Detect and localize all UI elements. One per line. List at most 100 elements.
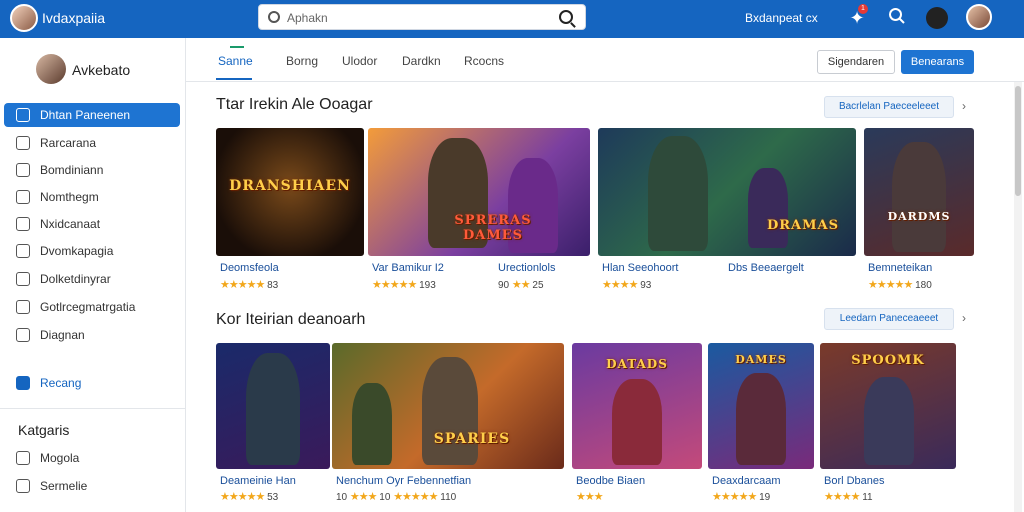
section-title: Ttar Irekin Ale Ooagar [216, 96, 373, 113]
game-title: Beodbe Biaen [576, 475, 646, 487]
sidebar-item-2[interactable]: Bomdiniann [4, 158, 180, 182]
sidebar-item-label: Gotlrcegmatrgatia [40, 300, 136, 314]
users-icon [16, 190, 30, 204]
brand-avatar[interactable] [10, 4, 38, 32]
sidebar-item-label: Rarcarana [40, 136, 97, 150]
game-card[interactable]: DATADS Beodbe Biaen ★★★ [572, 343, 702, 512]
character-art [892, 142, 946, 252]
sidebar-item-label: Diagnan [40, 328, 85, 342]
character-art [748, 168, 788, 248]
bag-icon [16, 300, 30, 314]
search-bar[interactable]: Aphakn [258, 4, 586, 30]
top-bar: Ivdaxpaiia Aphakn Bxdanpeat cx ✦ 1 [0, 0, 1024, 38]
section-pill-button[interactable]: Leedarn Paneceaeeet [824, 308, 954, 330]
user-icon [16, 451, 30, 465]
game-rating: ★★★★★ 19 [712, 491, 771, 503]
game-logo: SPOOMK [851, 353, 925, 368]
leaf-icon[interactable] [926, 7, 948, 29]
game-rating: ★★★★ 11 [824, 491, 873, 503]
game-cover-image [216, 343, 330, 469]
app-name[interactable]: Ivdaxpaiia [42, 10, 105, 26]
game-card[interactable]: SPARIES Nenchum Oyr Febennetfian 10 ★★★ … [332, 343, 564, 512]
section-title: Kor Iteirian deanoarh [216, 311, 366, 328]
sidebar-item-6[interactable]: Dolketdinyrar [4, 267, 180, 291]
tab-3[interactable]: Dardkn [402, 54, 441, 68]
tab-1[interactable]: Borng [286, 54, 318, 68]
game-title: Bemneteikan [868, 262, 933, 274]
game-title: Deomsfeola [220, 262, 279, 274]
sidebar-item-label: Nomthegm [40, 190, 99, 204]
search-icon[interactable] [559, 10, 573, 24]
game-cover-image: SPRERAS DAMES [368, 128, 590, 256]
game-cover-image: SPOOMK [820, 343, 956, 469]
primary-button[interactable]: Benearans [901, 50, 974, 74]
profile-avatar[interactable] [36, 54, 66, 84]
tab-0[interactable]: Sanne [218, 54, 253, 68]
game-rating: ★★★★★ 193 [372, 279, 436, 291]
sidebar-item-label: Nxidcanaat [40, 217, 101, 231]
game-logo: SPRERAS DAMES [454, 213, 532, 243]
sidebar-item-5[interactable]: Dvomkapagia [4, 239, 180, 263]
notification-badge: 1 [858, 4, 868, 14]
controller-icon [16, 136, 30, 150]
game-card[interactable]: SPRERAS DAMES Var Bamikur I2 ★★★★★ 193 U… [368, 128, 590, 296]
game-title: Nenchum Oyr Febennetfian [336, 475, 472, 487]
game-cover-image: SPARIES [332, 343, 564, 469]
game-cover-image: DATADS [572, 343, 702, 469]
scrollbar[interactable] [1014, 82, 1022, 512]
header-link[interactable]: Bxdanpeat cx [745, 11, 818, 25]
chevron-right-icon[interactable]: › [962, 311, 966, 325]
game-logo: DRANSHIAEN [229, 178, 351, 194]
chat-icon [16, 479, 30, 493]
scrollbar-thumb[interactable] [1015, 86, 1021, 196]
profile-name[interactable]: Avkebato [72, 62, 130, 78]
sidebar-item-8[interactable]: Diagnan [4, 323, 180, 347]
sidebar-item-7[interactable]: Gotlrcegmatrgatia [4, 295, 180, 319]
game-rating: ★★★★★ 53 [220, 491, 279, 503]
sidebar-item-1[interactable]: Rarcarana [4, 131, 180, 155]
calendar-icon [16, 272, 30, 286]
game-logo: DARDMS [887, 210, 951, 223]
character-art [736, 373, 786, 465]
game-card[interactable]: Deameinie Han ★★★★★ 53 [216, 343, 330, 512]
user-avatar[interactable] [966, 4, 992, 30]
section-pill-button[interactable]: Bacrlelan Paeceeleeet [824, 96, 954, 118]
game-title: Deaxdarcaam [712, 475, 781, 487]
sidebar-item-4[interactable]: Nxidcanaat [4, 212, 180, 236]
tab-bar: Sanne Borng Ulodor Dardkn Rcocns [186, 38, 1024, 82]
search-input[interactable]: Aphakn [287, 11, 328, 25]
game-cover-image: DARDMS [864, 128, 974, 256]
game-rating: 10 ★★★ 10 ★★★★★ 110 [336, 491, 457, 503]
search-icon[interactable] [886, 7, 908, 29]
category-item-0[interactable]: Mogola [4, 446, 180, 470]
game-card[interactable]: SPOOMK Borl Dbanes ★★★★ 11 [820, 343, 956, 512]
sidebar-item-label: Dvomkapagia [40, 244, 114, 258]
tab-indicator-mark [230, 46, 244, 48]
sidebar-item-label: Dhtan Paneenen [40, 108, 131, 122]
game-card[interactable]: DARDMS Bemneteikan ★★★★★ 180 [864, 128, 974, 296]
game-title: Deameinie Han [220, 475, 296, 487]
character-art [864, 377, 914, 465]
sidebar: Avkebato Dhtan Paneenen Rarcarana Bomdin… [0, 38, 186, 512]
sidebar-item-9[interactable]: Recang [4, 371, 180, 395]
secondary-button[interactable]: Sigendaren [817, 50, 895, 74]
sidebar-divider [0, 408, 186, 409]
search-prefix-icon [268, 11, 280, 23]
bookmark-icon [16, 108, 30, 122]
chevron-right-icon[interactable]: › [962, 99, 966, 113]
category-item-label: Mogola [40, 451, 80, 465]
tab-4[interactable]: Rcocns [464, 54, 504, 68]
game-card[interactable]: DRAMAS Hlan Seeohoort ★★★★ 93 Dbs Beeaer… [598, 128, 856, 296]
sidebar-item-0[interactable]: Dhtan Paneenen [4, 103, 180, 127]
category-item-1[interactable]: Sermelie [4, 474, 180, 498]
game-card[interactable]: DRANSHIAEN Deomsfeola ★★★★★ 83 [216, 128, 364, 296]
character-art [246, 353, 300, 465]
sidebar-item-3[interactable]: Nomthegm [4, 185, 180, 209]
game-rating: 90 ★★ 25 [498, 279, 544, 291]
active-tab-underline [216, 78, 252, 80]
game-title: Hlan Seeohoort [602, 262, 679, 274]
game-title: Urectionlols [498, 262, 556, 274]
category-item-label: Sermelie [40, 479, 88, 493]
game-card[interactable]: DAMES Deaxdarcaam ★★★★★ 19 [708, 343, 814, 512]
tab-2[interactable]: Ulodor [342, 54, 377, 68]
